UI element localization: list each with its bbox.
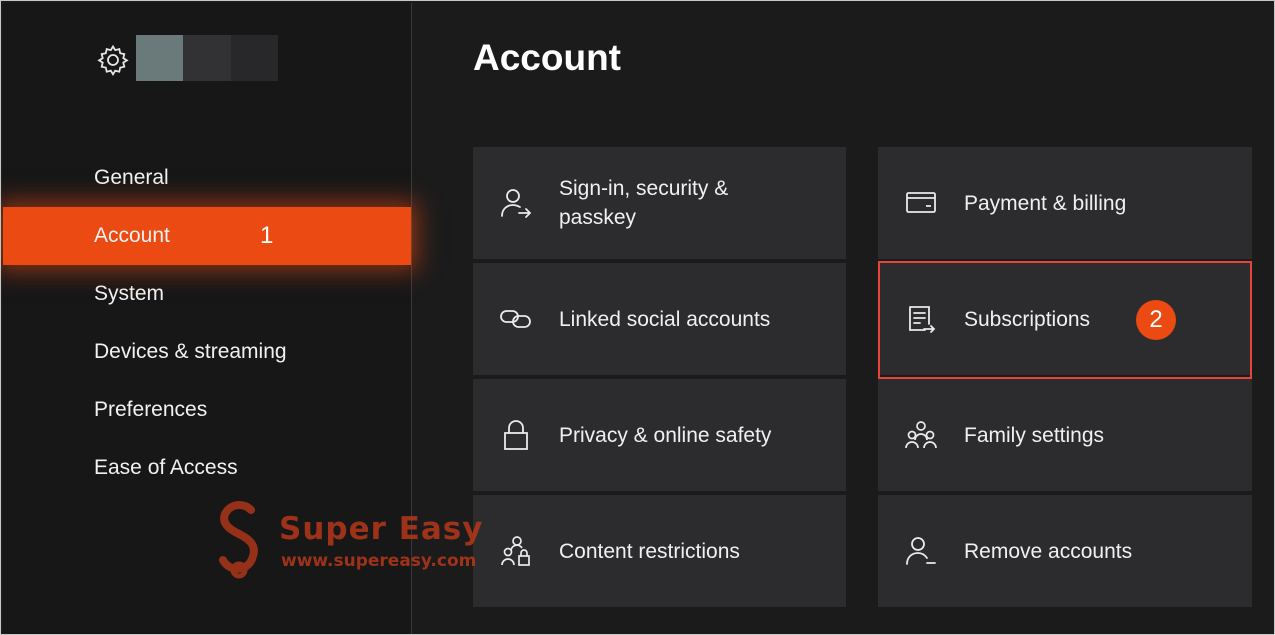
tile-remove-accounts[interactable]: Remove accounts <box>878 495 1252 607</box>
tile-label: Sign-in, security & passkey <box>559 177 729 229</box>
tile-label: Linked social accounts <box>559 307 771 331</box>
gamertag-blurred <box>136 35 278 81</box>
tile-label: Payment & billing <box>964 191 1127 215</box>
sidebar-item-ease-of-access[interactable]: Ease of Access <box>3 439 411 497</box>
document-arrow-icon <box>904 302 938 336</box>
tile-payment-billing[interactable]: Payment & billing <box>878 147 1252 259</box>
sidebar-item-system[interactable]: System <box>3 265 411 323</box>
sidebar-item-preferences[interactable]: Preferences <box>3 381 411 439</box>
tile-subscriptions[interactable]: Subscriptions <box>878 263 1252 375</box>
sidebar-item-label: Devices & streaming <box>94 340 287 363</box>
super-easy-logo-icon <box>219 501 258 579</box>
people-lock-icon <box>499 534 533 568</box>
sidebar-item-devices-streaming[interactable]: Devices & streaming <box>3 323 411 381</box>
watermark-brand: Super Easy <box>279 511 484 547</box>
watermark-url: www.supereasy.com <box>281 551 477 571</box>
tile-label: Content restrictions <box>559 539 740 563</box>
sidebar-item-label: Account <box>94 224 170 247</box>
step-marker-1: 1 <box>260 222 274 249</box>
tile-label: Remove accounts <box>964 539 1133 563</box>
gear-icon <box>97 44 129 77</box>
xbox-settings-window: General Account 1 System Devices & strea… <box>0 0 1275 635</box>
tile-content-restrictions[interactable]: Content restrictions <box>473 495 846 607</box>
tile-label: Family settings <box>964 423 1105 447</box>
tile-label: Subscriptions <box>964 307 1091 331</box>
step-marker-2: 2 <box>1136 300 1176 340</box>
sidebar-item-label: Ease of Access <box>94 456 238 479</box>
link-icon <box>499 302 533 336</box>
sidebar-item-account[interactable]: Account 1 <box>3 207 411 265</box>
blur-block <box>230 35 278 81</box>
tile-linked-social-accounts[interactable]: Linked social accounts <box>473 263 846 375</box>
page-title: Account <box>473 37 621 78</box>
card-icon <box>904 186 938 220</box>
tile-privacy-online-safety[interactable]: Privacy & online safety <box>473 379 846 491</box>
sidebar-item-label: General <box>94 166 169 189</box>
sidebar-item-general[interactable]: General <box>3 149 411 207</box>
tile-label: Privacy & online safety <box>559 423 772 447</box>
tile-family-settings[interactable]: Family settings <box>878 379 1252 491</box>
settings-nav: General Account 1 System Devices & strea… <box>3 149 411 497</box>
person-minus-icon <box>904 534 938 568</box>
tile-sign-in-security[interactable]: Sign-in, security & passkey <box>473 147 846 259</box>
lock-icon <box>499 418 533 452</box>
sidebar-item-label: System <box>94 282 165 305</box>
blur-block <box>136 35 184 81</box>
sidebar-item-label: Preferences <box>94 398 208 421</box>
family-icon <box>904 418 938 452</box>
person-arrow-icon <box>499 186 533 220</box>
blur-block <box>183 35 231 81</box>
